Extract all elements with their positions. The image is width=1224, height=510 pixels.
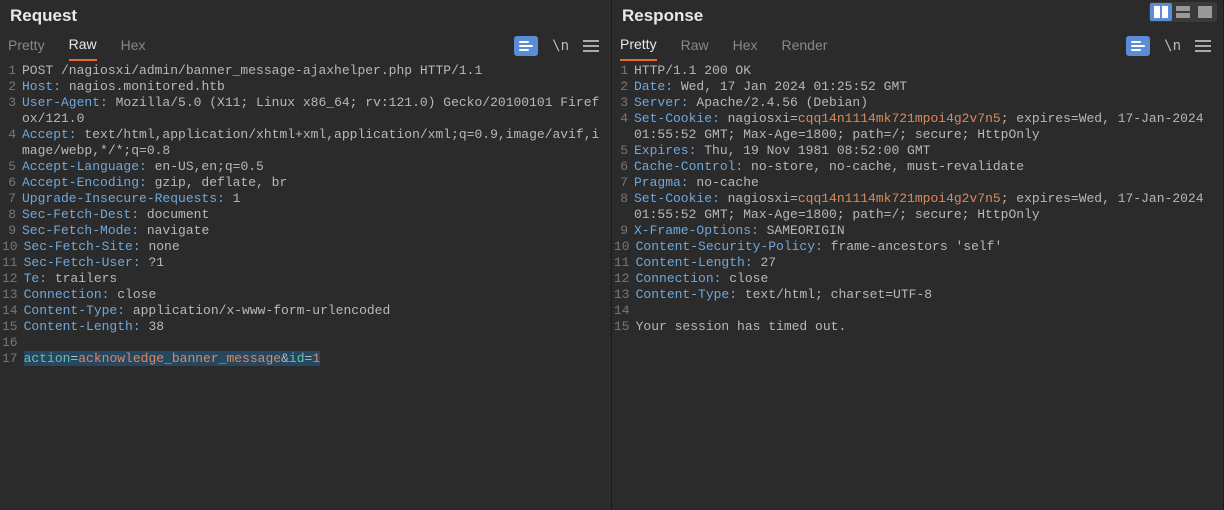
code-line[interactable]: X-Frame-Options: SAMEORIGIN [634,223,1223,239]
line-number: 12 [0,271,24,287]
code-line[interactable]: Content-Length: 38 [24,319,611,335]
line-number: 14 [0,303,24,319]
code-line[interactable]: Accept-Encoding: gzip, deflate, br [22,175,611,191]
layout-single-icon[interactable] [1194,3,1216,21]
code-line[interactable]: HTTP/1.1 200 OK [634,63,1223,79]
code-line[interactable]: Te: trailers [24,271,611,287]
tab-raw[interactable]: Raw [681,31,709,60]
line-number: 15 [0,319,24,335]
code-line[interactable]: Upgrade-Insecure-Requests: 1 [22,191,611,207]
menu-icon[interactable] [583,37,599,55]
line-number: 2 [0,79,22,95]
line-number: 10 [0,239,24,255]
tab-render[interactable]: Render [782,31,828,60]
newline-icon[interactable]: \n [552,38,569,54]
line-number: 15 [612,319,636,335]
line-number: 11 [612,255,636,271]
code-line[interactable]: Pragma: no-cache [634,175,1223,191]
line-number: 10 [612,239,636,255]
code-line[interactable]: Date: Wed, 17 Jan 2024 01:25:52 GMT [634,79,1223,95]
line-number: 4 [612,111,634,127]
request-pane: Request Pretty Raw Hex \n 1POST /nagiosx… [0,0,612,510]
line-number: 5 [612,143,634,159]
layout-split-vertical-icon[interactable] [1150,3,1172,21]
newline-icon[interactable]: \n [1164,38,1181,54]
code-line[interactable]: User-Agent: Mozilla/5.0 (X11; Linux x86_… [22,95,611,127]
response-code[interactable]: 1HTTP/1.1 200 OK2Date: Wed, 17 Jan 2024 … [612,61,1223,510]
code-line[interactable]: Content-Type: text/html; charset=UTF-8 [636,287,1223,303]
code-line[interactable]: Content-Security-Policy: frame-ancestors… [636,239,1223,255]
line-number: 7 [0,191,22,207]
line-number: 13 [0,287,24,303]
tab-pretty[interactable]: Pretty [620,30,657,61]
code-line[interactable]: Accept: text/html,application/xhtml+xml,… [22,127,611,159]
request-tabs: Pretty Raw Hex \n [0,30,611,61]
response-pane: Response Pretty Raw Hex Render \n 1HTTP/… [612,0,1224,510]
code-line[interactable]: POST /nagiosxi/admin/banner_message-ajax… [22,63,611,79]
tab-hex[interactable]: Hex [733,31,758,60]
line-number: 6 [0,175,22,191]
line-number: 4 [0,127,22,143]
code-line[interactable]: Sec-Fetch-Mode: navigate [22,223,611,239]
request-editor[interactable]: 1POST /nagiosxi/admin/banner_message-aja… [0,61,611,510]
line-number: 5 [0,159,22,175]
tab-hex[interactable]: Hex [121,31,146,60]
code-line[interactable]: Sec-Fetch-Site: none [24,239,611,255]
code-line[interactable]: Content-Type: application/x-www-form-url… [24,303,611,319]
line-number: 8 [0,207,22,223]
line-number: 3 [0,95,22,111]
beautify-icon[interactable] [1126,36,1150,56]
line-number: 16 [0,335,24,351]
line-number: 6 [612,159,634,175]
line-number: 7 [612,175,634,191]
line-number: 11 [0,255,24,271]
line-number: 8 [612,191,634,207]
code-line[interactable]: action=acknowledge_banner_message&id=1 [24,351,611,367]
response-title: Response [620,0,705,30]
beautify-icon[interactable] [514,36,538,56]
line-number: 9 [0,223,22,239]
code-line[interactable]: Set-Cookie: nagiosxi=cqq14n1114mk721mpoi… [634,111,1223,143]
code-line[interactable]: Set-Cookie: nagiosxi=cqq14n1114mk721mpoi… [634,191,1223,223]
request-title: Request [8,0,79,30]
code-line[interactable]: Accept-Language: en-US,en;q=0.5 [22,159,611,175]
menu-icon[interactable] [1195,37,1211,55]
code-line[interactable]: Server: Apache/2.4.56 (Debian) [634,95,1223,111]
code-line[interactable]: Cache-Control: no-store, no-cache, must-… [634,159,1223,175]
layout-split-horizontal-icon[interactable] [1172,3,1194,21]
code-line[interactable]: Sec-Fetch-User: ?1 [24,255,611,271]
layout-controls [1149,2,1217,22]
response-tabs: Pretty Raw Hex Render \n [612,30,1223,61]
tab-raw[interactable]: Raw [69,30,97,61]
code-line[interactable]: Expires: Thu, 19 Nov 1981 08:52:00 GMT [634,143,1223,159]
line-number: 1 [612,63,634,79]
code-line[interactable]: Content-Length: 27 [636,255,1223,271]
code-line[interactable]: Host: nagios.monitored.htb [22,79,611,95]
tab-pretty[interactable]: Pretty [8,31,45,60]
code-line[interactable]: Your session has timed out. [636,319,1223,335]
line-number: 14 [612,303,636,319]
code-line[interactable]: Connection: close [24,287,611,303]
line-number: 17 [0,351,24,367]
line-number: 3 [612,95,634,111]
line-number: 1 [0,63,22,79]
code-line[interactable]: Sec-Fetch-Dest: document [22,207,611,223]
line-number: 13 [612,287,636,303]
code-line[interactable]: Connection: close [636,271,1223,287]
line-number: 12 [612,271,636,287]
request-code[interactable]: 1POST /nagiosxi/admin/banner_message-aja… [0,61,611,510]
line-number: 2 [612,79,634,95]
response-editor[interactable]: 1HTTP/1.1 200 OK2Date: Wed, 17 Jan 2024 … [612,61,1223,510]
line-number: 9 [612,223,634,239]
